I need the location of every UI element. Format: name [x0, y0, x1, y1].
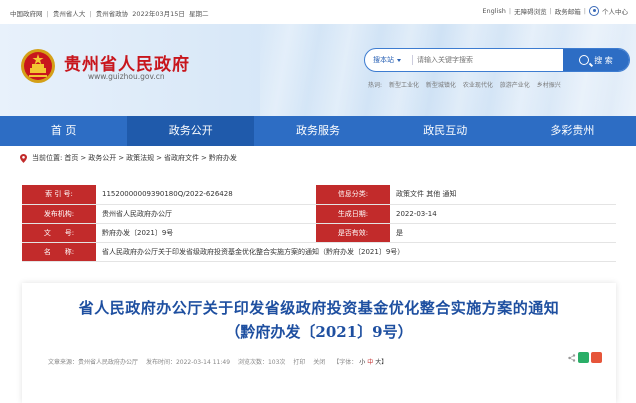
search-scope-dropdown[interactable]: 搜本站 — [373, 49, 401, 71]
link-accessibility[interactable]: 无障碍浏览 — [514, 6, 547, 16]
top-links-right: English | 无障碍浏览 | 政务邮箱 | 个人中心 — [479, 6, 628, 16]
table-row: 发布机构: 贵州省人民政府办公厅 生成日期: 2022-03-14 — [22, 204, 616, 224]
issuer-value: 贵州省人民政府办公厅 — [96, 204, 316, 224]
main-nav: 首 页 政务公开 政务服务 政民互动 多彩贵州 — [0, 116, 636, 146]
issuer-label: 发布机构: — [22, 204, 96, 224]
doc-number-value: 黔府办发〔2021〕9号 — [96, 223, 316, 243]
font-size-large[interactable]: 大】 — [375, 359, 387, 366]
nav-item-gov-services[interactable]: 政务服务 — [254, 116, 381, 146]
font-size-medium[interactable]: 中 — [367, 359, 373, 366]
breadcrumb-separator: > — [156, 154, 162, 162]
hot-word[interactable]: 农业现代化 — [463, 82, 493, 89]
current-date: 2022年03月15日 — [132, 10, 185, 18]
wechat-share-icon[interactable] — [578, 352, 589, 363]
share-bar — [568, 352, 602, 363]
article-subtitle: （黔府办发〔2021〕9号） — [225, 323, 413, 341]
category-value: 政策文件 其他 通知 — [390, 185, 616, 205]
print-link[interactable]: 打印 — [293, 359, 305, 366]
breadcrumb-link[interactable]: 政策法规 — [126, 153, 154, 163]
hot-words: 热词: 新型工业化 新型城镇化 农业现代化 旅游产业化 乡村振兴 — [368, 80, 566, 89]
date-value: 2022-03-14 — [390, 204, 616, 224]
share-icon[interactable] — [568, 353, 576, 362]
nav-item-home[interactable]: 首 页 — [0, 116, 127, 146]
link-gov-cn[interactable]: 中国政府网 — [10, 10, 43, 18]
doc-name-label: 名 称: — [22, 242, 96, 262]
hot-word[interactable]: 乡村振兴 — [537, 82, 561, 89]
article-source: 文章来源：贵州省人民政府办公厅 — [48, 359, 139, 366]
article-published: 发布时间：2022-03-14 11:49 — [145, 359, 231, 366]
location-pin-icon — [20, 153, 27, 163]
validity-label: 是否有效: — [316, 223, 390, 243]
chevron-down-icon — [397, 58, 401, 62]
separator: | — [549, 7, 552, 15]
breadcrumb-label: 当前位置: — [32, 154, 63, 162]
breadcrumb-link[interactable]: 省政府文件 — [164, 153, 199, 163]
search-scope-label: 搜本站 — [373, 56, 394, 64]
link-provincial-congress[interactable]: 贵州省人大 — [53, 10, 86, 18]
search-input[interactable] — [417, 51, 557, 69]
separator: | — [583, 7, 586, 15]
weibo-share-icon[interactable] — [591, 352, 602, 363]
table-row: 名 称: 省人民政府办公厅关于印发省级政府投资基金优化整合实施方案的通知（黔府办… — [22, 242, 616, 262]
table-row: 文 号: 黔府办发〔2021〕9号 是否有效: 是 — [22, 223, 616, 243]
category-label: 信息分类: — [316, 185, 390, 205]
hot-word[interactable]: 新型城镇化 — [426, 82, 456, 89]
article-meta: 文章来源：贵州省人民政府办公厅 发布时间：2022-03-14 11:49 浏览… — [48, 357, 389, 366]
breadcrumb-link[interactable]: 首页 — [64, 153, 78, 163]
hot-words-label: 热词: — [368, 82, 383, 89]
separator: | — [508, 7, 512, 15]
hot-word[interactable]: 旅游产业化 — [500, 82, 530, 89]
nav-item-gov-affairs-open[interactable]: 政务公开 — [127, 116, 255, 146]
index-number-label: 索 引 号: — [22, 185, 96, 205]
nav-item-interaction[interactable]: 政民互动 — [382, 116, 509, 146]
table-row: 索 引 号: 11520000009390180Q/2022-626428 信息… — [22, 185, 616, 205]
hot-word[interactable]: 新型工业化 — [389, 82, 419, 89]
link-gov-mail[interactable]: 政务邮箱 — [555, 6, 581, 16]
validity-value: 是 — [390, 223, 616, 243]
doc-name-value: 省人民政府办公厅关于印发省级政府投资基金优化整合实施方案的通知（黔府办发〔202… — [96, 242, 616, 262]
link-provincial-cppcc[interactable]: 贵州省政协 — [96, 10, 129, 18]
site-domain: www.guizhou.gov.cn — [88, 72, 165, 81]
breadcrumb-separator: > — [80, 154, 87, 162]
divider — [412, 55, 413, 65]
search-icon — [579, 55, 590, 65]
breadcrumb-current[interactable]: 黔府办发 — [209, 153, 237, 163]
breadcrumb-link[interactable]: 政务公开 — [88, 153, 116, 163]
article-views: 浏览次数：103次 — [237, 359, 286, 366]
top-bar: 中国政府网 | 贵州省人大 | 贵州省政协 2022年03月15日 星期二 En… — [0, 0, 636, 24]
national-emblem-icon — [21, 49, 55, 83]
link-personal-center[interactable]: 个人中心 — [602, 6, 628, 16]
link-english[interactable]: English — [482, 7, 505, 15]
index-number-value: 11520000009390180Q/2022-626428 — [96, 185, 316, 205]
breadcrumb-separator: > — [118, 154, 125, 162]
top-links-left: 中国政府网 | 贵州省人大 | 贵州省政协 2022年03月15日 星期二 — [10, 8, 210, 18]
separator: | — [89, 10, 92, 18]
header-banner: 贵州省人民政府 www.guizhou.gov.cn 搜本站 搜 索 热词: 新… — [0, 24, 636, 116]
article-title: 省人民政府办公厅关于印发省级政府投资基金优化整合实施方案的通知 — [78, 299, 560, 317]
current-weekday: 星期二 — [188, 10, 209, 18]
close-link[interactable]: 关闭 — [313, 359, 325, 366]
search-button-label: 搜 索 — [594, 55, 613, 65]
breadcrumb: 当前位置: 首页 > 政务公开 > 政策法规 > 省政府文件 > 黔府办发 — [20, 153, 239, 163]
nav-item-colorful-guizhou[interactable]: 多彩贵州 — [509, 116, 636, 146]
font-size-label: 【字体： — [333, 359, 358, 366]
user-icon[interactable] — [589, 6, 599, 16]
font-size-small[interactable]: 小 — [359, 359, 365, 366]
separator: | — [46, 10, 49, 18]
document-info-table: 索 引 号: 11520000009390180Q/2022-626428 信息… — [22, 185, 616, 262]
doc-number-label: 文 号: — [22, 223, 96, 243]
search-button[interactable]: 搜 索 — [563, 49, 629, 71]
date-label: 生成日期: — [316, 204, 390, 224]
search-box: 搜本站 搜 索 — [364, 48, 630, 72]
article-card: 省人民政府办公厅关于印发省级政府投资基金优化整合实施方案的通知 （黔府办发〔20… — [22, 283, 616, 403]
breadcrumb-separator: > — [200, 154, 207, 162]
